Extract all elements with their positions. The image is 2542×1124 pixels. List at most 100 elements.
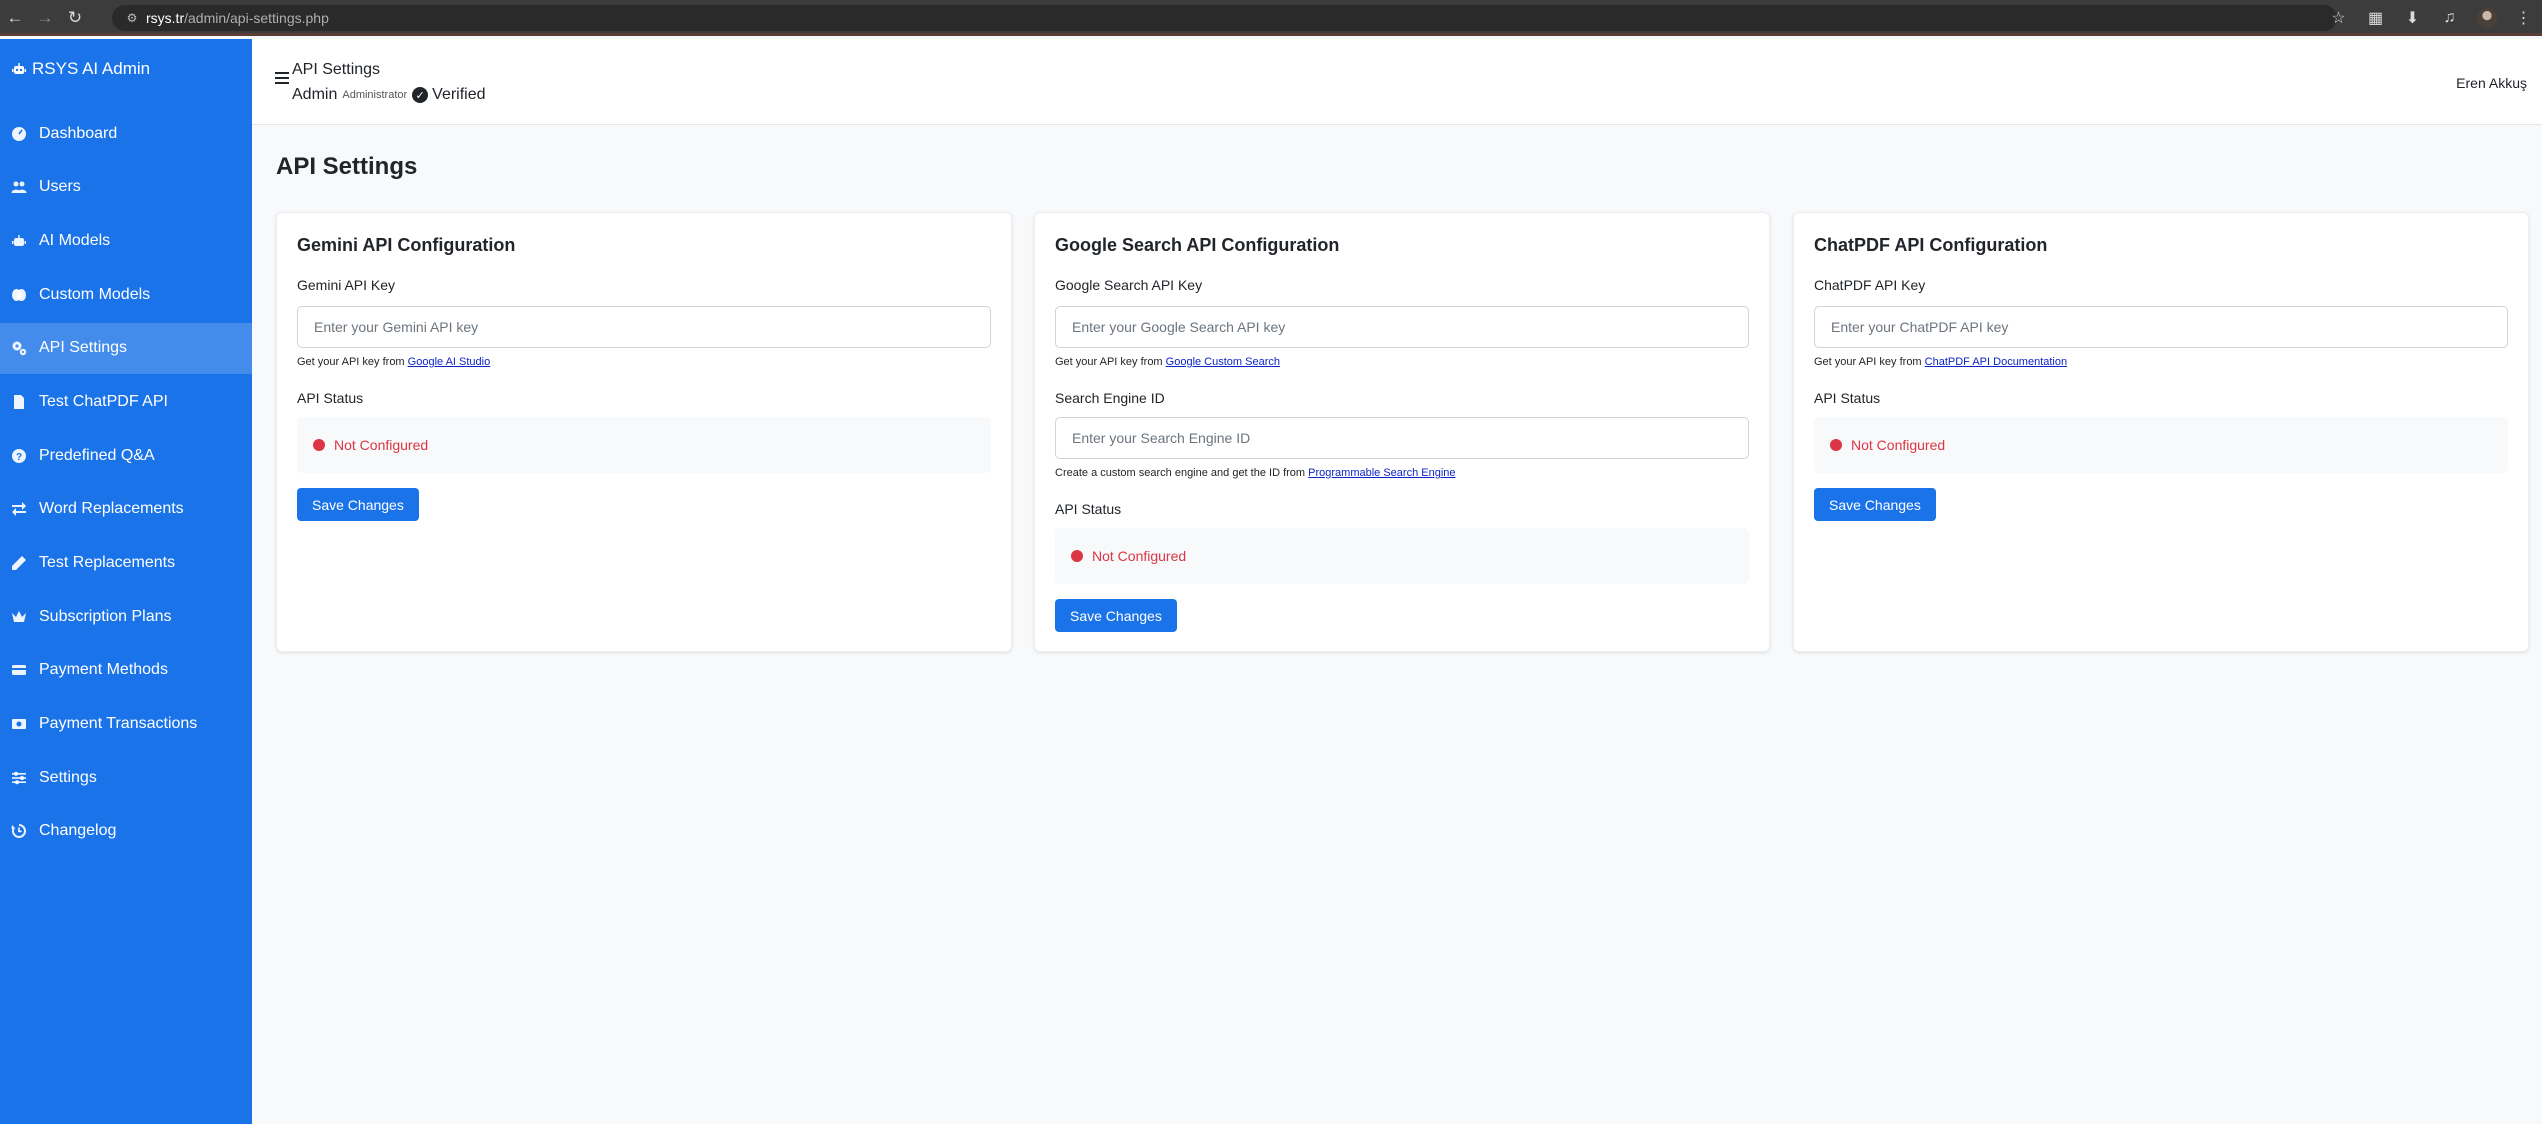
status-badge: Not Configured — [297, 417, 991, 473]
hamburger-menu-icon[interactable] — [275, 72, 289, 86]
sidebar-item-label: Predefined Q&A — [39, 446, 155, 464]
sidebar-item-ai-models[interactable]: AI Models — [0, 215, 252, 266]
reload-icon[interactable]: ↻ — [60, 0, 90, 36]
gauge-icon — [10, 125, 28, 143]
status-dot-icon — [313, 439, 325, 451]
chatpdf-key-input[interactable] — [1814, 306, 2508, 348]
google-key-input[interactable] — [1055, 306, 1749, 348]
status-text: Not Configured — [1092, 548, 1187, 564]
hint-text: Get your API key from — [1814, 356, 1922, 368]
forward-icon[interactable]: → — [30, 0, 60, 36]
header-user-info: Admin Administrator ✓ Verified — [292, 86, 486, 104]
profile-avatar[interactable] — [2468, 8, 2505, 28]
gemini-key-label: Gemini API Key — [297, 277, 396, 293]
sidebar-item-custom-models[interactable]: Custom Models — [0, 269, 252, 320]
sidebar-item-payment-methods[interactable]: Payment Methods — [0, 645, 252, 696]
brand[interactable]: RSYS AI Admin — [0, 39, 252, 99]
page-title: API Settings — [276, 153, 418, 180]
google-search-config-card: Google Search API Configuration Google S… — [1034, 212, 1770, 652]
exchange-icon — [10, 500, 28, 518]
file-pdf-icon — [10, 393, 28, 411]
chatpdf-save-button[interactable]: Save Changes — [1814, 488, 1936, 521]
verified-badge: Verified — [432, 86, 486, 103]
question-circle-icon: ? — [10, 447, 28, 465]
media-control-icon[interactable]: ♫ — [2431, 9, 2468, 27]
site-settings-icon[interactable]: ⚙ — [118, 11, 146, 25]
api-status-label: API Status — [297, 390, 364, 406]
chatpdf-docs-link[interactable]: ChatPDF API Documentation — [1925, 356, 2067, 368]
download-icon[interactable]: ⬇ — [2394, 8, 2431, 28]
card-title: Gemini API Configuration — [297, 235, 516, 255]
sidebar-item-predefined-qa[interactable]: ? Predefined Q&A — [0, 430, 252, 481]
hint-text: Get your API key from — [297, 356, 405, 368]
money-bill-icon — [10, 715, 28, 733]
sidebar-item-label: Payment Transactions — [39, 715, 198, 733]
hint-text: Get your API key from — [1055, 356, 1163, 368]
status-dot-icon — [1071, 550, 1083, 562]
sidebar-item-label: Test Replacements — [39, 554, 176, 571]
chatpdf-config-card: ChatPDF API Configuration ChatPDF API Ke… — [1793, 212, 2529, 652]
browser-menu-icon[interactable]: ⋮ — [2505, 8, 2542, 28]
sidebar-item-label: Payment Methods — [39, 661, 168, 679]
back-icon[interactable]: ← — [0, 0, 30, 36]
chatpdf-key-hint: Get your API key from ChatPDF API Docume… — [1814, 356, 2067, 368]
api-status-label: API Status — [1055, 501, 1122, 517]
robot-icon — [10, 232, 28, 250]
google-ai-studio-link[interactable]: Google AI Studio — [408, 356, 491, 368]
sidebar-item-dashboard[interactable]: Dashboard — [0, 108, 252, 159]
sidebar-item-label: AI Models — [39, 231, 111, 249]
credit-card-icon — [10, 661, 28, 679]
users-icon — [10, 178, 28, 196]
sidebar-item-changelog[interactable]: Changelog — [0, 806, 252, 857]
hint-text: Create a custom search engine and get th… — [1055, 467, 1306, 479]
history-icon — [10, 822, 28, 840]
search-engine-id-input[interactable] — [1055, 417, 1749, 459]
google-key-hint: Get your API key from Google Custom Sear… — [1055, 356, 1280, 368]
header-user-role: Administrator — [342, 89, 408, 101]
sidebar-item-users[interactable]: Users — [0, 162, 252, 213]
sidebar-item-test-replacements[interactable]: Test Replacements — [0, 538, 252, 589]
sidebar-item-api-settings[interactable]: API Settings — [0, 322, 252, 374]
sidebar-item-label: API Settings — [39, 339, 128, 357]
status-dot-icon — [1830, 439, 1842, 451]
sliders-icon — [10, 769, 28, 787]
sidebar-item-subscription-plans[interactable]: Subscription Plans — [0, 591, 252, 642]
address-bar[interactable]: ⚙ rsys.tr/admin/api-settings.php — [112, 5, 2337, 31]
gemini-key-input[interactable] — [297, 306, 991, 348]
url-text: rsys.tr/admin/api-settings.php — [146, 10, 329, 26]
sidebar-item-label: Custom Models — [39, 285, 151, 303]
bookmark-star-icon[interactable]: ☆ — [2320, 8, 2357, 28]
api-status-label: API Status — [1814, 390, 1881, 406]
user-menu[interactable]: Eren Akkuş — [2456, 75, 2527, 91]
sidebar: RSYS AI Admin Dashboard Users AI Models … — [0, 39, 252, 1124]
sidebar-item-test-chatpdf-api[interactable]: Test ChatPDF API — [0, 376, 252, 427]
gears-icon — [10, 339, 28, 357]
sidebar-item-label: Test ChatPDF API — [39, 392, 168, 410]
top-header: API Settings Admin Administrator ✓ Verif… — [252, 39, 2542, 125]
programmable-search-engine-link[interactable]: Programmable Search Engine — [1308, 467, 1455, 479]
sidebar-item-label: Subscription Plans — [39, 607, 172, 625]
google-custom-search-link[interactable]: Google Custom Search — [1166, 356, 1280, 368]
sidebar-item-payment-transactions[interactable]: Payment Transactions — [0, 699, 252, 750]
sidebar-item-settings[interactable]: Settings — [0, 752, 252, 803]
sidebar-item-word-replacements[interactable]: Word Replacements — [0, 484, 252, 535]
brand-name: RSYS AI Admin — [32, 59, 151, 78]
card-title: ChatPDF API Configuration — [1814, 235, 2048, 255]
status-text: Not Configured — [334, 437, 429, 453]
search-engine-hint: Create a custom search engine and get th… — [1055, 467, 1456, 479]
sidebar-item-label: Settings — [39, 768, 97, 786]
header-page-title: API Settings — [292, 61, 381, 78]
svg-text:?: ? — [16, 452, 22, 463]
sidebar-item-label: Changelog — [39, 822, 117, 840]
google-save-button[interactable]: Save Changes — [1055, 599, 1177, 632]
extensions-icon[interactable]: ▦ — [2357, 8, 2394, 28]
sidebar-item-label: Users — [39, 178, 81, 196]
chatpdf-key-label: ChatPDF API Key — [1814, 277, 1926, 293]
sidebar-item-label: Dashboard — [39, 124, 118, 142]
card-title: Google Search API Configuration — [1055, 235, 1340, 255]
status-text: Not Configured — [1851, 437, 1946, 453]
gemini-save-button[interactable]: Save Changes — [297, 488, 419, 521]
crown-icon — [10, 608, 28, 626]
gemini-config-card: Gemini API Configuration Gemini API Key … — [276, 212, 1012, 652]
status-badge: Not Configured — [1055, 528, 1749, 584]
